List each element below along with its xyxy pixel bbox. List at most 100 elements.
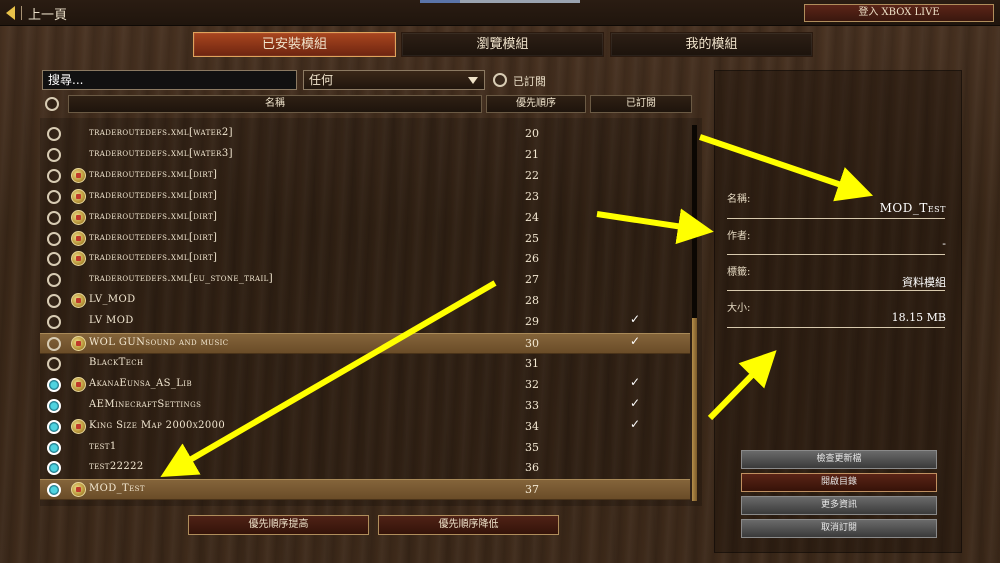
detail-tags-value: 資料模組 — [902, 276, 946, 289]
mod-priority: 32 — [525, 377, 539, 391]
list-item[interactable]: traderoutedefs.xml[dirt] 26 — [40, 249, 690, 270]
list-item[interactable]: WOL GUNsound and music 30 ✓ — [40, 333, 690, 354]
list-item[interactable]: LV MOD 29 ✓ — [40, 312, 690, 333]
divider — [727, 327, 945, 328]
subscribed-check-icon: ✓ — [630, 334, 641, 348]
check-updates-button[interactable]: 檢查更新檔 — [741, 450, 937, 469]
mod-priority: 26 — [525, 252, 539, 266]
mod-priority: 23 — [525, 189, 539, 203]
column-header-name[interactable]: 名稱 — [68, 95, 482, 113]
enable-radio[interactable] — [47, 440, 61, 455]
mod-priority: 30 — [525, 337, 539, 350]
mod-name: King Size Map 2000x2000 — [89, 419, 226, 431]
enable-radio[interactable] — [47, 356, 61, 371]
list-item[interactable]: traderoutedefs.xml[eu_stone_trail] 27 — [40, 270, 690, 291]
list-item[interactable]: test22222 36 — [40, 458, 690, 479]
filter-dropdown[interactable]: 任何 — [303, 70, 485, 90]
column-header-subscribed[interactable]: 已訂閱 — [590, 95, 692, 113]
enable-radio[interactable] — [47, 294, 61, 309]
enable-radio[interactable] — [47, 252, 61, 267]
mod-badge-icon — [71, 167, 86, 183]
mod-name: BlackTech — [89, 356, 144, 368]
mod-badge-icon — [71, 230, 86, 246]
list-item[interactable]: MOD_Test 37 — [40, 479, 690, 501]
mod-name: traderoutedefs.xml[dirt] — [89, 168, 218, 180]
enable-radio[interactable] — [47, 127, 61, 141]
detail-name-label: 名稱: — [727, 194, 751, 205]
list-item[interactable]: traderoutedefs.xml[water3] 21 — [40, 145, 690, 166]
detail-size-label: 大小: — [727, 303, 751, 314]
more-info-button[interactable]: 更多資訊 — [741, 496, 937, 515]
list-item[interactable]: test1 35 — [40, 438, 690, 459]
enable-radio[interactable] — [47, 210, 61, 225]
divider — [727, 218, 945, 219]
mod-list[interactable]: traderoutedefs.xml[water2] 20 traderoutede… — [40, 118, 702, 506]
detail-name-value: MOD_Test — [879, 201, 946, 215]
mod-priority: 36 — [525, 461, 539, 475]
mod-badge-icon — [71, 293, 86, 309]
mod-priority: 31 — [525, 356, 539, 370]
mod-name: AkanaEunsa_AS_Lib — [89, 377, 192, 389]
column-header-priority[interactable]: 優先順序 — [486, 95, 586, 113]
top-indicator — [420, 0, 460, 3]
mod-name: traderoutedefs.xml[eu_stone_trail] — [89, 273, 274, 285]
subscribed-check-icon: ✓ — [630, 395, 641, 410]
mod-name: traderoutedefs.xml[dirt] — [89, 210, 218, 222]
mod-priority: 24 — [525, 210, 539, 224]
list-item[interactable]: traderoutedefs.xml[dirt] 22 — [40, 166, 690, 187]
chevron-down-icon — [468, 77, 478, 84]
enable-radio[interactable] — [47, 273, 61, 288]
list-item[interactable]: traderoutedefs.xml[dirt] 25 — [40, 229, 690, 250]
mod-priority: 35 — [525, 440, 539, 454]
list-item[interactable]: LV_MOD 28 — [40, 291, 690, 312]
mod-badge-icon — [71, 209, 86, 225]
subscribed-filter-radio[interactable] — [493, 73, 507, 87]
list-item[interactable]: traderoutedefs.xml[water2] 20 — [40, 124, 690, 145]
mod-priority: 28 — [525, 294, 539, 308]
tab-my-mods[interactable]: 我的模組 — [610, 32, 813, 57]
list-item[interactable]: BlackTech 31 — [40, 354, 690, 375]
back-label: 上一頁 — [28, 7, 68, 23]
enable-radio[interactable] — [47, 189, 61, 204]
mod-priority: 22 — [525, 168, 539, 182]
list-item[interactable]: King Size Map 2000x2000 34 ✓ — [40, 417, 690, 438]
open-folder-button[interactable]: 開啟目錄 — [741, 473, 937, 492]
tab-installed-mods[interactable]: 已安裝模組 — [193, 32, 396, 57]
mod-badge-icon — [71, 418, 86, 434]
enable-radio[interactable] — [47, 231, 61, 246]
list-item[interactable]: traderoutedefs.xml[dirt] 23 — [40, 187, 690, 208]
back-arrow-icon — [6, 6, 15, 20]
filter-selected: 任何 — [309, 73, 334, 87]
enable-radio[interactable] — [47, 147, 61, 162]
mod-name: WOL GUNsound and music — [89, 337, 229, 348]
xbox-live-login-button[interactable]: 登入 XBOX LIVE — [804, 4, 994, 22]
list-item[interactable]: traderoutedefs.xml[dirt] 24 — [40, 208, 690, 229]
priority-up-button[interactable]: 優先順序提高 — [188, 515, 369, 535]
mod-badge-icon — [71, 188, 86, 204]
mod-name: LV_MOD — [89, 294, 136, 306]
unsubscribe-button[interactable]: 取消訂閱 — [741, 519, 937, 538]
enable-radio[interactable] — [47, 483, 61, 498]
select-all-radio[interactable] — [45, 97, 59, 111]
list-item[interactable]: AkanaEunsa_AS_Lib 32 ✓ — [40, 375, 690, 396]
enable-radio[interactable] — [47, 337, 61, 351]
search-input[interactable] — [42, 70, 297, 90]
mod-badge-icon — [71, 376, 86, 392]
priority-down-button[interactable]: 優先順序降低 — [378, 515, 559, 535]
enable-radio[interactable] — [47, 461, 61, 476]
list-item[interactable]: AEMinecraftSettings 33 ✓ — [40, 396, 690, 417]
top-indicator-grey — [460, 0, 580, 3]
tab-browse-mods[interactable]: 瀏覽模組 — [401, 32, 604, 57]
enable-radio[interactable] — [47, 419, 61, 434]
enable-radio[interactable] — [47, 315, 61, 330]
enable-radio[interactable] — [47, 377, 61, 392]
enable-radio[interactable] — [47, 398, 61, 413]
enable-radio[interactable] — [47, 168, 61, 183]
mod-priority: 34 — [525, 419, 539, 433]
mod-priority: 29 — [525, 315, 539, 329]
mod-priority: 33 — [525, 398, 539, 412]
mod-priority: 27 — [525, 273, 539, 287]
mod-name: traderoutedefs.xml[dirt] — [89, 189, 218, 201]
back-button[interactable]: 上一頁 — [6, 3, 67, 23]
scrollbar-thumb[interactable] — [692, 318, 697, 501]
